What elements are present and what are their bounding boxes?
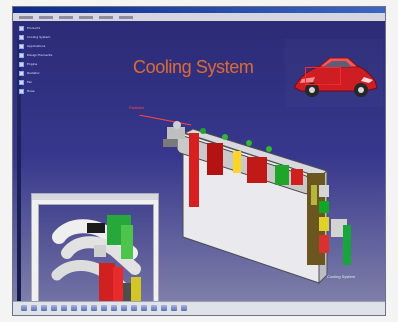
radiator-model xyxy=(138,115,351,285)
tree-item[interactable]: Design Elements xyxy=(19,52,91,59)
rotate-icon[interactable] xyxy=(31,305,37,311)
tree-item[interactable]: Radiator xyxy=(19,70,91,77)
menu-item[interactable] xyxy=(119,15,133,19)
product-icon xyxy=(19,26,24,31)
folder-icon xyxy=(19,53,24,58)
fit-icon[interactable] xyxy=(61,305,67,311)
menu-bar xyxy=(13,13,385,21)
help-icon[interactable] xyxy=(181,305,187,311)
front-view-icon[interactable] xyxy=(91,305,97,311)
tree-item-label: Radiator xyxy=(27,71,40,75)
menu-item[interactable] xyxy=(19,15,33,19)
part-icon xyxy=(19,80,24,85)
menu-item[interactable] xyxy=(79,15,93,19)
snapshot-icon[interactable] xyxy=(171,305,177,311)
tree-item[interactable]: Product1 xyxy=(19,25,91,32)
tree-item-label: Design Elements xyxy=(27,53,53,57)
tree-item[interactable]: Cooling System xyxy=(19,34,91,41)
tree-item-label: Engine xyxy=(27,62,38,66)
part-icon xyxy=(19,71,24,76)
assembly-icon xyxy=(19,35,24,40)
status-label: Cooling System xyxy=(326,274,355,279)
light-icon[interactable] xyxy=(161,305,167,311)
detail-window[interactable] xyxy=(31,193,159,303)
shading-icon[interactable] xyxy=(111,305,117,311)
car-thumbnail xyxy=(285,39,383,107)
wireframe-icon[interactable] xyxy=(121,305,127,311)
tree-item-label: Applications xyxy=(27,44,46,48)
tree-item-label: Cooling System xyxy=(27,35,51,39)
part-icon xyxy=(19,62,24,67)
section-icon[interactable] xyxy=(151,305,157,311)
zoom-icon[interactable] xyxy=(51,305,57,311)
specification-tree[interactable]: Product1 Cooling System Applications Des… xyxy=(19,25,91,97)
menu-item[interactable] xyxy=(59,15,73,19)
tree-item-label: Fan xyxy=(27,80,33,84)
bottom-toolbar xyxy=(13,301,385,315)
tree-item[interactable]: Hose xyxy=(19,88,91,95)
select-icon[interactable] xyxy=(21,305,27,311)
part-icon xyxy=(19,89,24,94)
measure-icon[interactable] xyxy=(141,305,147,311)
folder-icon xyxy=(19,44,24,49)
normal-view-icon[interactable] xyxy=(71,305,77,311)
radiator-callout: Radiator xyxy=(129,105,145,110)
menu-item[interactable] xyxy=(99,15,113,19)
detail-viewport[interactable] xyxy=(38,204,154,303)
hose-detail-model xyxy=(51,215,141,303)
3d-viewport[interactable]: Product1 Cooling System Applications Des… xyxy=(13,21,385,303)
pan-icon[interactable] xyxy=(41,305,47,311)
isometric-icon[interactable] xyxy=(81,305,87,311)
tree-item[interactable]: Fan xyxy=(19,79,91,86)
page-title: Cooling System xyxy=(133,57,254,77)
cad-window: Product1 Cooling System Applications Des… xyxy=(12,6,386,316)
menu-item[interactable] xyxy=(39,15,53,19)
engine-highlight-box xyxy=(305,67,341,85)
top-view-icon[interactable] xyxy=(101,305,107,311)
tree-item-label: Hose xyxy=(27,89,35,93)
detail-window-title-bar xyxy=(32,194,158,200)
tree-item-label: Product1 xyxy=(27,26,41,30)
tree-item[interactable]: Applications xyxy=(19,43,91,50)
tree-item[interactable]: Engine xyxy=(19,61,91,68)
hide-icon[interactable] xyxy=(131,305,137,311)
